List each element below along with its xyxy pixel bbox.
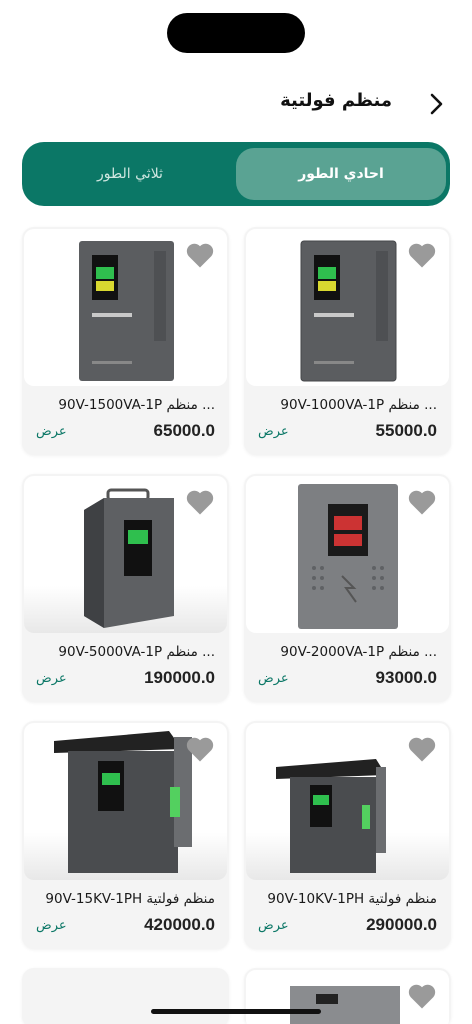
view-button[interactable]: عرض: [258, 424, 289, 439]
product-name: 90V-10KV-1PH منظم فولتية: [267, 891, 437, 907]
view-button[interactable]: عرض: [36, 424, 67, 439]
product-card[interactable]: 90V-15KV-1PH منظم فولتية 420000.0 عرض: [22, 721, 229, 949]
product-image: [24, 476, 227, 633]
tab-three-phase[interactable]: ثلاثي الطور: [28, 148, 232, 200]
heart-icon[interactable]: [185, 735, 215, 763]
page-title: منظم فولتية: [280, 90, 392, 111]
view-button[interactable]: عرض: [258, 918, 289, 933]
heart-icon[interactable]: [407, 735, 437, 763]
product-price: 190000.0: [144, 668, 215, 687]
product-image: [246, 723, 449, 880]
product-image: [24, 723, 227, 880]
product-card[interactable]: 90V-1500VA-1P منظم ... 65000.0 عرض: [22, 227, 229, 455]
phase-segmented-control: احادي الطور ثلاثي الطور: [22, 142, 450, 206]
product-name: 90V-2000VA-1P منظم ...: [280, 644, 437, 660]
back-button[interactable]: [422, 90, 450, 118]
header: منظم فولتية: [0, 82, 472, 126]
product-card[interactable]: 90V-10KV-1PH منظم فولتية 290000.0 عرض: [244, 721, 451, 949]
home-indicator: [151, 1009, 321, 1014]
heart-icon[interactable]: [407, 488, 437, 516]
product-price: 420000.0: [144, 915, 215, 934]
heart-icon[interactable]: [407, 241, 437, 269]
product-image: [246, 970, 449, 1024]
product-card[interactable]: 90V-1000VA-1P منظم ... 55000.0 عرض: [244, 227, 451, 455]
heart-icon[interactable]: [407, 982, 437, 1010]
product-price: 290000.0: [366, 915, 437, 934]
product-name: 90V-5000VA-1P منظم ...: [58, 644, 215, 660]
product-image: [246, 476, 449, 633]
product-card[interactable]: 90V-2000VA-1P منظم ... 93000.0 عرض: [244, 474, 451, 702]
product-price: 55000.0: [375, 421, 437, 440]
view-button[interactable]: عرض: [258, 671, 289, 686]
product-name: 90V-15KV-1PH منظم فولتية: [45, 891, 215, 907]
product-card[interactable]: [22, 968, 229, 1024]
product-price: 65000.0: [153, 421, 215, 440]
view-button[interactable]: عرض: [36, 918, 67, 933]
product-image: [24, 229, 227, 386]
product-name: 90V-1000VA-1P منظم ...: [280, 397, 437, 413]
dynamic-island: [167, 13, 305, 53]
view-button[interactable]: عرض: [36, 671, 67, 686]
heart-icon[interactable]: [185, 488, 215, 516]
product-image: [246, 229, 449, 386]
product-name: 90V-1500VA-1P منظم ...: [58, 397, 215, 413]
tab-single-phase[interactable]: احادي الطور: [236, 148, 446, 200]
heart-icon[interactable]: [185, 241, 215, 269]
product-card[interactable]: 90V-5000VA-1P منظم ... 190000.0 عرض: [22, 474, 229, 702]
product-card[interactable]: [244, 968, 451, 1024]
product-price: 93000.0: [375, 668, 437, 687]
chevron-right-icon: [430, 93, 443, 115]
